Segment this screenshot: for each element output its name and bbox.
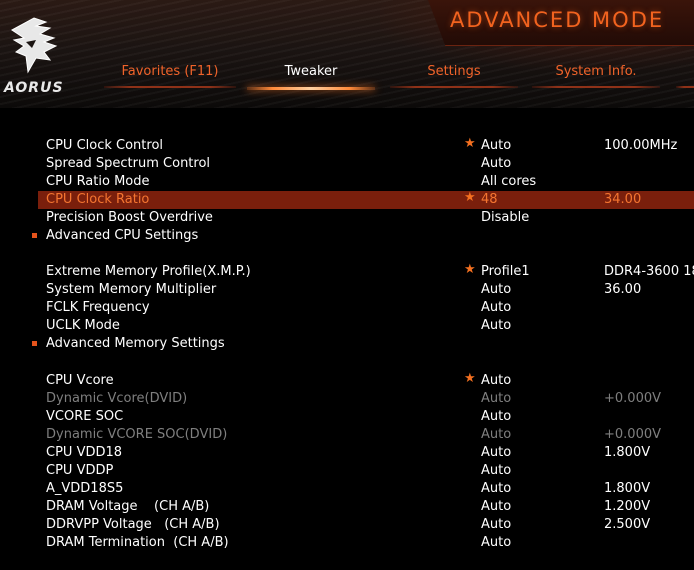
setting-value[interactable]: Auto [481,444,511,462]
tab-favorites[interactable]: Favorites (F11) [104,62,236,92]
submenu-label: Advanced CPU Settings [46,228,199,243]
setting-row[interactable]: CPU VDD18 Auto 1.800V [38,444,694,462]
setting-value: Auto [481,427,512,442]
setting-label: DRAM Termination (CH A/B) [46,535,229,550]
setting-label: Precision Boost Overdrive [46,210,213,225]
setting-row[interactable]: CPU Ratio Mode All cores [38,173,694,191]
setting-value[interactable]: Auto [481,498,511,516]
setting-row[interactable]: DDRVPP Voltage (CH A/B) Auto 2.500V [38,516,694,534]
setting-row[interactable]: CPU VDDP Auto [38,462,694,480]
setting-readout: 1.800V [604,445,651,460]
tab-settings-label: Settings [427,64,481,79]
tab-tweaker-underline [247,87,375,90]
setting-row-selected[interactable]: CPU Clock Ratio ★ 48 34.00 [38,190,694,209]
setting-readout: 1.800V [604,481,651,496]
tab-settings-underline [390,86,518,88]
setting-value[interactable]: Auto [481,155,511,173]
setting-row[interactable]: System Memory Multiplier Auto 36.00 [38,281,694,299]
setting-value[interactable]: Auto [481,534,511,552]
setting-value[interactable]: Auto [481,281,511,299]
tab-settings[interactable]: Settings [390,62,518,92]
setting-value[interactable]: Auto [481,462,511,480]
setting-value[interactable]: Auto [481,137,511,155]
star-icon: ★ [464,371,476,386]
setting-label: A_VDD18S5 [46,481,124,496]
star-icon: ★ [464,190,476,205]
setting-value[interactable]: Auto [481,299,511,317]
setting-row[interactable]: UCLK Mode Auto [38,317,694,335]
tab-tweaker-label: Tweaker [284,64,338,79]
setting-label: CPU VDDP [46,463,114,478]
setting-label: CPU Ratio Mode [46,174,150,189]
setting-row[interactable]: CPU Vcore ★ Auto [38,371,694,390]
setting-label: CPU Vcore [46,373,114,388]
setting-readout: 2.500V [604,517,651,532]
submenu-bullet-icon [32,233,37,238]
setting-label: Dynamic VCORE SOC(DVID) [46,427,228,442]
tab-system-info[interactable]: System Info. [532,62,660,92]
setting-label: Spread Spectrum Control [46,156,211,171]
setting-value[interactable]: Auto [481,480,511,498]
setting-row[interactable]: Precision Boost Overdrive Disable [38,209,694,227]
bios-screen: ADVANCED MODE AORUS Favorites (F11) Twea… [0,0,694,570]
setting-label: DDRVPP Voltage (CH A/B) [46,517,220,532]
setting-value[interactable]: Auto [481,317,511,335]
star-icon: ★ [464,136,476,151]
setting-value[interactable]: Auto [481,408,511,426]
setting-readout: 34.00 [604,192,642,207]
setting-row[interactable]: FCLK Frequency Auto [38,299,694,317]
setting-readout: +0.000V [604,391,662,406]
setting-label: CPU VDD18 [46,445,123,460]
setting-label: Extreme Memory Profile(X.M.P.) [46,264,251,279]
setting-label: FCLK Frequency [46,300,150,315]
setting-row[interactable]: A_VDD18S5 Auto 1.800V [38,480,694,498]
tab-overflow[interactable] [676,62,694,92]
setting-value[interactable]: 48 [481,191,498,209]
submenu-row[interactable]: Advanced Memory Settings [32,335,694,353]
tab-tweaker[interactable]: Tweaker [247,62,375,92]
tab-favorites-label: Favorites (F11) [121,64,219,79]
setting-value[interactable]: Profile1 [481,263,530,281]
header-bar: ADVANCED MODE AORUS Favorites (F11) Twea… [0,0,694,108]
setting-label: Dynamic Vcore(DVID) [46,391,188,406]
tab-system-info-label: System Info. [555,64,637,79]
aorus-brand: AORUS [4,80,64,96]
advanced-mode-title[interactable]: ADVANCED MODE [450,8,664,32]
submenu-label: Advanced Memory Settings [46,336,225,351]
setting-row-disabled: Dynamic Vcore(DVID) Auto +0.000V [38,390,694,408]
setting-label: DRAM Voltage (CH A/B) [46,499,210,514]
setting-readout: 36.00 [604,282,642,297]
tab-favorites-underline [104,86,236,88]
setting-value[interactable]: All cores [481,173,536,191]
submenu-row[interactable]: Advanced CPU Settings [32,227,694,245]
setting-row[interactable]: Extreme Memory Profile(X.M.P.) ★ Profile… [38,262,694,281]
setting-readout: DDR4-3600 18 [604,264,694,279]
setting-label: System Memory Multiplier [46,282,217,297]
setting-value: Auto [481,391,512,406]
setting-label: CPU Clock Ratio [46,192,150,207]
star-icon: ★ [464,262,476,277]
setting-readout: +0.000V [604,427,662,442]
setting-row[interactable]: DRAM Termination (CH A/B) Auto [38,534,694,552]
setting-value[interactable]: Disable [481,209,529,227]
setting-row-disabled: Dynamic VCORE SOC(DVID) Auto +0.000V [38,426,694,444]
setting-readout: 100.00MHz [604,138,678,153]
setting-value[interactable]: Auto [481,372,511,390]
submenu-bullet-icon [32,341,37,346]
tab-overflow-underline [676,86,694,88]
setting-row[interactable]: CPU Clock Control ★ Auto 100.00MHz [38,136,694,155]
setting-label: CPU Clock Control [46,138,164,153]
setting-row[interactable]: Spread Spectrum Control Auto [38,155,694,173]
setting-readout: 1.200V [604,499,651,514]
setting-row[interactable]: DRAM Voltage (CH A/B) Auto 1.200V [38,498,694,516]
setting-row[interactable]: VCORE SOC Auto [38,408,694,426]
tab-system-info-underline [532,86,660,88]
setting-label: VCORE SOC [46,409,124,424]
setting-value[interactable]: Auto [481,516,511,534]
setting-label: UCLK Mode [46,318,120,333]
